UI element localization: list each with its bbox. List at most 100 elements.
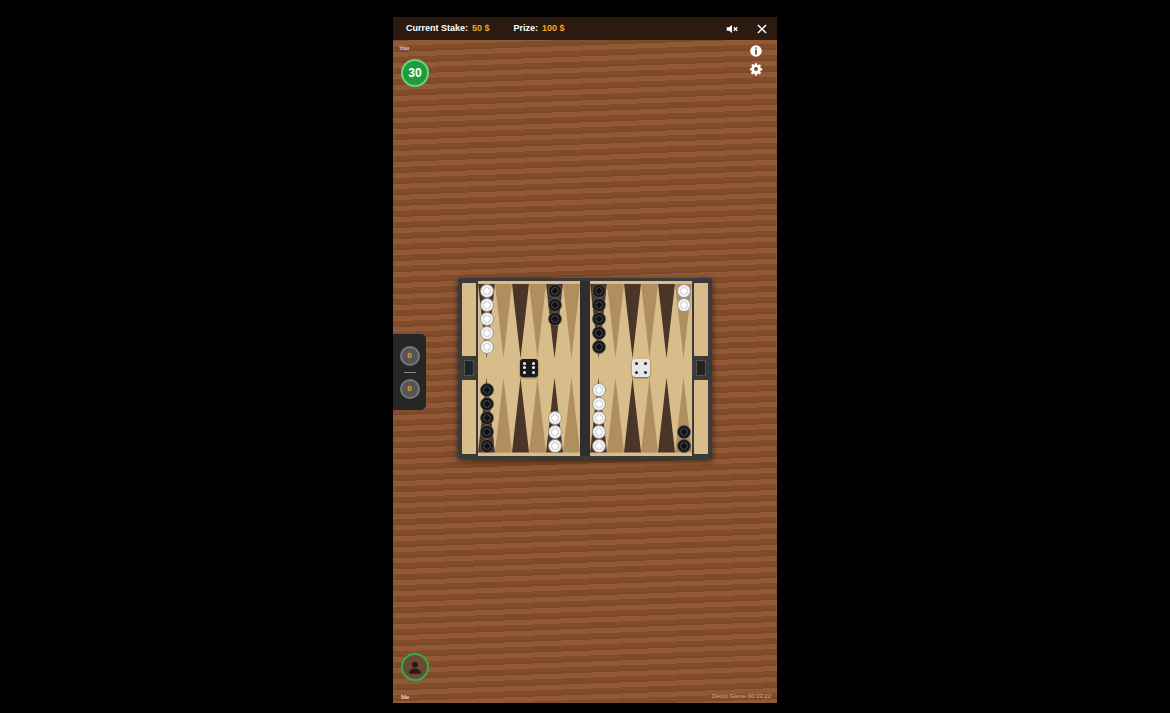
board-point[interactable] <box>478 378 495 453</box>
die-pip <box>635 366 638 369</box>
die[interactable] <box>520 359 538 377</box>
bear-off-slot <box>694 283 708 357</box>
white-checker[interactable] <box>548 439 562 453</box>
player-area: MeDemo Game 00:33:22 <box>393 636 777 703</box>
board-point[interactable] <box>495 284 512 359</box>
top-points <box>478 284 580 359</box>
die-pip <box>532 362 535 365</box>
stake-value: 50 $ <box>472 22 490 36</box>
white-checker[interactable] <box>480 298 494 312</box>
turn-timer: 30 <box>401 59 429 87</box>
settings-gear-icon[interactable] <box>749 62 763 76</box>
white-checker[interactable] <box>677 298 691 312</box>
top-actions <box>725 22 777 36</box>
white-checker[interactable] <box>592 411 606 425</box>
bottom-points <box>478 378 580 453</box>
board-point[interactable] <box>675 284 692 359</box>
white-checker[interactable] <box>480 326 494 340</box>
board-point[interactable] <box>607 378 624 453</box>
white-checker[interactable] <box>548 425 562 439</box>
board-point[interactable] <box>512 378 529 453</box>
white-checker[interactable] <box>592 383 606 397</box>
black-checker[interactable] <box>592 326 606 340</box>
prize: Prize:100 $ <box>514 22 565 36</box>
white-checker[interactable] <box>592 425 606 439</box>
right-half <box>590 281 692 456</box>
user-icon <box>406 658 424 676</box>
black-checker[interactable] <box>548 298 562 312</box>
black-checker[interactable] <box>480 411 494 425</box>
board-area: 00 <box>393 100 777 636</box>
board-point[interactable] <box>658 378 675 453</box>
black-checker[interactable] <box>548 284 562 298</box>
right-tray <box>692 281 710 456</box>
white-checker[interactable] <box>480 312 494 326</box>
black-checker[interactable] <box>592 284 606 298</box>
black-checker[interactable] <box>592 312 606 326</box>
board-point[interactable] <box>546 378 563 453</box>
white-checker[interactable] <box>480 284 494 298</box>
board-point[interactable] <box>563 378 580 453</box>
white-checker[interactable] <box>592 397 606 411</box>
black-checker[interactable] <box>548 312 562 326</box>
mute-icon[interactable] <box>725 22 739 36</box>
side-icons <box>749 44 763 76</box>
checker-stack <box>607 378 624 453</box>
board-point[interactable] <box>641 378 658 453</box>
board-point[interactable] <box>529 378 546 453</box>
black-checker[interactable] <box>480 425 494 439</box>
board-point[interactable] <box>590 378 607 453</box>
checker-stack <box>512 378 529 453</box>
score: 0 <box>400 346 420 366</box>
top-points <box>590 284 692 359</box>
board-point[interactable] <box>546 284 563 359</box>
board-point[interactable] <box>658 284 675 359</box>
board-point[interactable] <box>563 284 580 359</box>
board-point[interactable] <box>529 284 546 359</box>
board-point[interactable] <box>512 284 529 359</box>
black-checker[interactable] <box>480 397 494 411</box>
board-point[interactable] <box>624 284 641 359</box>
die-pip <box>635 362 638 365</box>
opponent-area: You30 <box>393 40 777 100</box>
bear-off-slot <box>694 380 708 454</box>
black-checker[interactable] <box>677 425 691 439</box>
checker-stack <box>529 284 546 359</box>
board-point[interactable] <box>675 378 692 453</box>
white-checker[interactable] <box>592 439 606 453</box>
white-checker[interactable] <box>677 284 691 298</box>
board-point[interactable] <box>478 284 495 359</box>
checker-stack <box>546 284 563 359</box>
board-bar <box>580 281 590 456</box>
board-point[interactable] <box>607 284 624 359</box>
prize-value: 100 $ <box>542 22 565 36</box>
info-icon[interactable] <box>749 44 763 58</box>
backgammon-board <box>458 278 712 459</box>
close-icon[interactable] <box>755 22 769 36</box>
die-pip <box>644 366 647 369</box>
black-checker[interactable] <box>677 439 691 453</box>
die[interactable] <box>632 359 650 377</box>
prize-label: Prize: <box>514 22 539 36</box>
board-point[interactable] <box>641 284 658 359</box>
die-pip <box>532 366 535 369</box>
bear-off-slot <box>462 380 476 454</box>
black-checker[interactable] <box>592 298 606 312</box>
white-checker[interactable] <box>480 340 494 354</box>
score-tab: 00 <box>393 334 426 410</box>
stake: Current Stake:50 $ <box>406 22 490 36</box>
board-point[interactable] <box>624 378 641 453</box>
board-point[interactable] <box>590 284 607 359</box>
checker-stack <box>641 284 658 359</box>
board-point[interactable] <box>495 378 512 453</box>
checker-stack <box>590 284 607 359</box>
die-pip <box>639 362 642 365</box>
black-checker[interactable] <box>592 340 606 354</box>
player-avatar[interactable] <box>401 653 429 681</box>
top-bar: Current Stake:50 $ Prize:100 $ <box>393 17 777 40</box>
checker-stack <box>624 284 641 359</box>
checker-stack <box>512 284 529 359</box>
black-checker[interactable] <box>480 439 494 453</box>
black-checker[interactable] <box>480 383 494 397</box>
white-checker[interactable] <box>548 411 562 425</box>
